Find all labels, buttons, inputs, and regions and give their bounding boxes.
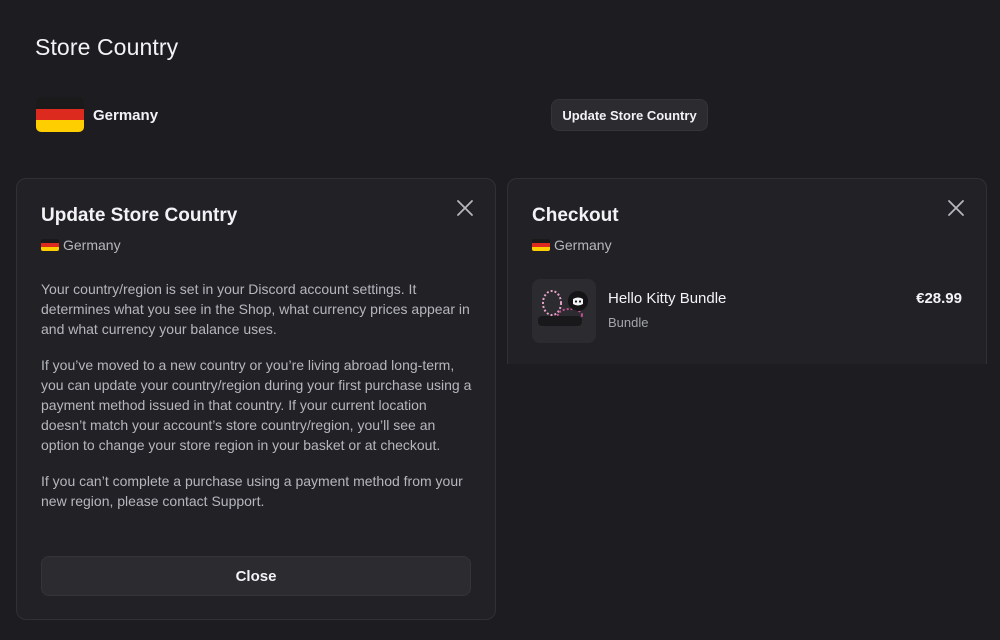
modal-country: Germany	[41, 237, 121, 253]
checkout-modal: Checkout Germany Hello Kitty Bundle Bund…	[507, 178, 987, 364]
description-paragraph: If you’ve moved to a new country or you’…	[41, 357, 472, 453]
modal-description: Your country/region is set in your Disco…	[41, 279, 473, 527]
item-price: €28.99	[916, 290, 962, 307]
close-button[interactable]: Close	[41, 556, 471, 596]
germany-flag-icon	[41, 239, 59, 251]
description-paragraph: If you can’t complete a purchase using a…	[41, 473, 463, 509]
modal-country: Germany	[532, 237, 612, 253]
modal-country-label: Germany	[63, 237, 121, 253]
item-name: Hello Kitty Bundle	[608, 290, 727, 307]
page-title: Store Country	[35, 34, 179, 60]
store-country-page: Store Country Germany Update Store Count…	[0, 0, 1000, 640]
modal-country-label: Germany	[554, 237, 612, 253]
item-type: Bundle	[608, 315, 649, 330]
germany-flag-icon	[36, 97, 84, 132]
modal-title: Update Store Country	[41, 205, 238, 226]
modal-title: Checkout	[532, 205, 619, 226]
close-icon[interactable]	[455, 198, 475, 218]
current-country: Germany	[93, 107, 159, 124]
close-icon[interactable]	[946, 198, 966, 218]
germany-flag-icon	[532, 239, 550, 251]
bundle-thumbnail	[532, 279, 596, 343]
description-paragraph: Your country/region is set in your Disco…	[41, 281, 470, 337]
update-store-country-modal: Update Store Country Germany Your countr…	[16, 178, 496, 620]
update-store-country-button[interactable]: Update Store Country	[551, 99, 708, 131]
